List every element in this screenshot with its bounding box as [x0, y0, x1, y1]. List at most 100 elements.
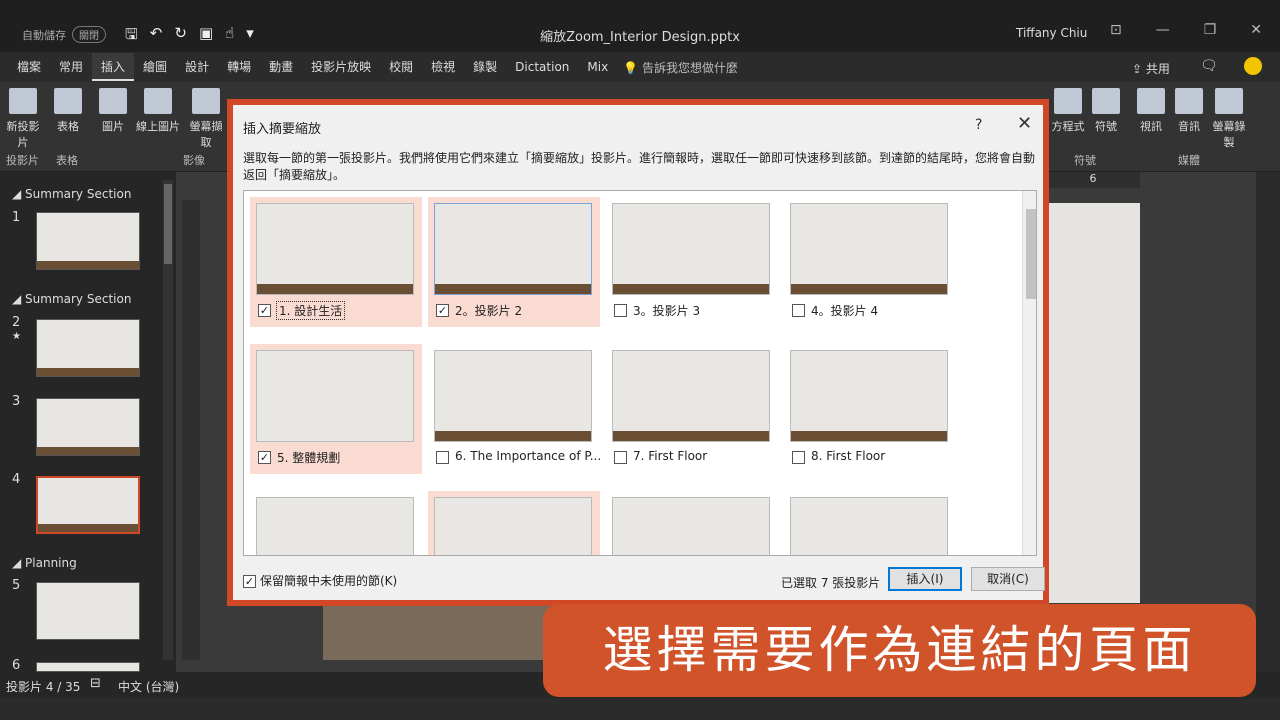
- video-button[interactable]: 視訊: [1134, 88, 1168, 134]
- slide-card[interactable]: [606, 491, 778, 555]
- slide-card[interactable]: 6. The Importance of P...: [428, 344, 602, 474]
- slide-checkbox[interactable]: [792, 451, 805, 464]
- slide-card[interactable]: 8. First Floor: [784, 344, 956, 474]
- feedback-smiley-icon[interactable]: [1244, 57, 1262, 75]
- tab-file[interactable]: 檔案: [8, 53, 50, 81]
- section-header[interactable]: ◢ Summary Section: [12, 187, 131, 201]
- slide-checkbox[interactable]: [614, 451, 627, 464]
- tab-insert[interactable]: 插入: [92, 53, 135, 81]
- cancel-button[interactable]: 取消(C): [971, 567, 1045, 591]
- slide-card[interactable]: [250, 491, 422, 555]
- slide-checkbox[interactable]: ✓: [258, 304, 271, 317]
- zoom-star-icon: ★: [12, 331, 21, 342]
- symbol-button[interactable]: 符號: [1090, 88, 1122, 134]
- group-label-table: 表格: [56, 154, 78, 167]
- ribbon-display-icon[interactable]: ⊡: [1110, 22, 1122, 38]
- slide-checkbox[interactable]: ✓: [436, 304, 449, 317]
- table-button[interactable]: 表格: [50, 88, 86, 134]
- slide-thumbnail[interactable]: [36, 319, 140, 377]
- list-scrollbar[interactable]: [1022, 191, 1036, 555]
- slide-canvas[interactable]: [1046, 203, 1140, 603]
- slide-selection-list[interactable]: ✓ 1. 設計生活 ✓ 2。投影片 2 3。投影片 3 4。投影片 4 ✓ 5. 整體…: [243, 190, 1037, 556]
- slide-card[interactable]: [784, 491, 956, 555]
- tab-slideshow[interactable]: 投影片放映: [302, 53, 380, 81]
- tab-transitions[interactable]: 轉場: [218, 53, 260, 81]
- slide-card[interactable]: 4。投影片 4: [784, 197, 956, 327]
- picture-icon: [99, 88, 127, 114]
- tab-design[interactable]: 設計: [176, 53, 218, 81]
- section-header[interactable]: ◢ Planning: [12, 556, 77, 570]
- tab-review[interactable]: 校閱: [380, 53, 422, 81]
- tab-record[interactable]: 錄製: [464, 53, 506, 81]
- tab-draw[interactable]: 繪圖: [134, 53, 176, 81]
- language-indicator[interactable]: 中文 (台灣): [118, 678, 179, 695]
- comment-icon[interactable]: 🗨: [1200, 58, 1218, 74]
- slide-card[interactable]: [428, 491, 600, 555]
- tab-mix[interactable]: Mix: [578, 53, 617, 81]
- group-label-slides: 投影片: [6, 154, 39, 167]
- slide-thumbnail[interactable]: [36, 398, 140, 456]
- help-icon[interactable]: ?: [975, 117, 982, 133]
- slide-card[interactable]: 3。投影片 3: [606, 197, 778, 327]
- equation-button[interactable]: 方程式: [1050, 88, 1086, 134]
- maximize-icon[interactable]: ❐: [1204, 22, 1217, 38]
- window-controls: ⊡ — ❐ ✕: [1110, 22, 1262, 38]
- spelling-icon[interactable]: ⊟: [90, 676, 101, 691]
- dialog-description: 選取每一節的第一張投影片。我們將使用它們來建立「摘要縮放」投影片。進行簡報時，選…: [243, 151, 1036, 182]
- omega-icon: [1092, 88, 1120, 114]
- slide-number: 3: [12, 394, 21, 409]
- insert-button[interactable]: 插入(I): [888, 567, 962, 591]
- thumbnail-scroll-thumb[interactable]: [164, 184, 172, 264]
- title-bar: 自動儲存 關閉 🖫 ↶ ↻ ▣ ☝ ▾ 縮放Zoom_Interior Desig…: [0, 0, 1280, 52]
- slide-thumbnail-panel[interactable]: ◢ Summary Section 1 ◢ Summary Section 2 …: [0, 172, 176, 673]
- tab-home[interactable]: 常用: [50, 53, 92, 81]
- slide-thumbnail-selected[interactable]: [36, 476, 140, 534]
- slide-checkbox[interactable]: ✓: [258, 451, 271, 464]
- slide-checkbox[interactable]: [436, 451, 449, 464]
- slide-card-label: 6. The Importance of P...: [455, 449, 602, 463]
- user-name[interactable]: Tiffany Chiu: [1016, 26, 1087, 40]
- audio-button[interactable]: 音訊: [1172, 88, 1206, 134]
- new-slide-button[interactable]: 新投影片: [4, 88, 42, 150]
- slide-preview: [790, 203, 948, 295]
- group-label-symbols: 符號: [1074, 154, 1096, 167]
- picture-button[interactable]: 圖片: [98, 88, 128, 134]
- slide-thumbnail[interactable]: [36, 582, 140, 640]
- slide-preview: [612, 350, 770, 442]
- instruction-caption: 選擇需要作為連結的頁面: [543, 604, 1256, 697]
- slide-checkbox[interactable]: [792, 304, 805, 317]
- slide-card[interactable]: ✓ 1. 設計生活: [250, 197, 422, 327]
- keep-unused-label: 保留簡報中未使用的節(K): [260, 574, 398, 588]
- slide-number: 6: [12, 658, 21, 673]
- slide-thumbnail[interactable]: [36, 212, 140, 270]
- slide-preview: [434, 497, 592, 555]
- share-button[interactable]: ⇪ 共用: [1132, 60, 1170, 77]
- tab-view[interactable]: 檢視: [422, 53, 464, 81]
- keep-unused-checkbox[interactable]: ✓: [243, 575, 256, 588]
- keep-unused-sections-option[interactable]: ✓ 保留簡報中未使用的節(K): [243, 572, 397, 589]
- section-header[interactable]: ◢ Summary Section: [12, 292, 131, 306]
- slide-counter: 投影片 4 / 35: [6, 680, 81, 694]
- pi-icon: [1054, 88, 1082, 114]
- slide-card[interactable]: ✓ 2。投影片 2: [428, 197, 600, 327]
- close-window-icon[interactable]: ✕: [1250, 22, 1262, 38]
- screenshot-button[interactable]: 螢幕擷取: [186, 88, 226, 150]
- list-scroll-thumb[interactable]: [1026, 209, 1036, 299]
- slide-checkbox[interactable]: [614, 304, 627, 317]
- tab-animations[interactable]: 動畫: [260, 53, 302, 81]
- slide-card-label: 5. 整體規劃: [277, 451, 341, 465]
- tab-dictation[interactable]: Dictation: [506, 53, 578, 81]
- slide-preview: [790, 497, 948, 555]
- screen-record-button[interactable]: 螢幕錄製: [1210, 88, 1248, 150]
- slide-card[interactable]: ✓ 5. 整體規劃: [250, 344, 422, 474]
- ribbon-tabs: 檔案 常用 插入 繪圖 設計 轉場 動畫 投影片放映 校閱 檢視 錄製 Dict…: [0, 52, 1280, 82]
- tell-me-search[interactable]: 💡 告訴我您想做什麼: [623, 59, 738, 76]
- close-icon[interactable]: ✕: [1017, 113, 1032, 134]
- online-picture-button[interactable]: 線上圖片: [134, 88, 182, 134]
- minimize-icon[interactable]: —: [1156, 22, 1170, 38]
- slide-card[interactable]: 7. First Floor: [606, 344, 778, 474]
- slide-thumbnail[interactable]: [36, 662, 140, 672]
- editor-scrollbar[interactable]: [1258, 172, 1280, 672]
- group-label-images: 影像: [183, 154, 205, 167]
- collapse-icon: ◢: [12, 292, 26, 306]
